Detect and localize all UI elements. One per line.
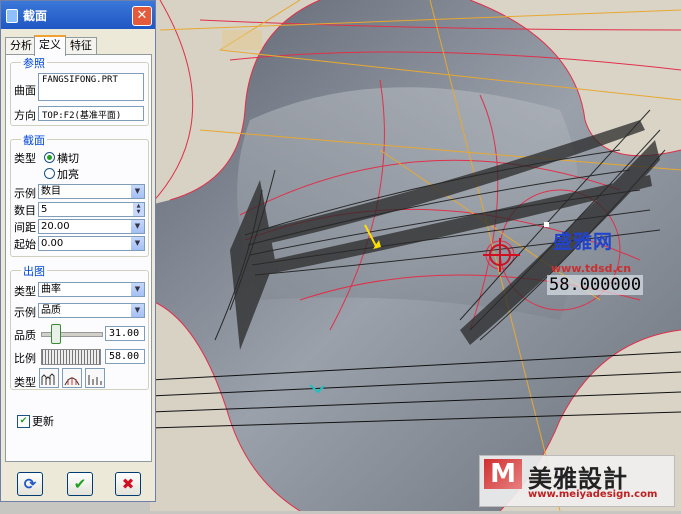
tab-strip: 分析 定义 特征 bbox=[5, 35, 153, 56]
watermark-text: 盛雅网 bbox=[553, 231, 614, 253]
chevron-down-icon: ▼ bbox=[131, 283, 144, 296]
radio-highlight-label: 加亮 bbox=[57, 168, 79, 181]
output-instance-value: 品质 bbox=[41, 305, 61, 316]
section-group: 截面 类型 横切 加亮 示例 数目 ▼ 数目 5 ▲ ▼ 间距 20.00 ▼ 起… bbox=[10, 132, 149, 257]
spacing-label: 间距 bbox=[14, 221, 36, 234]
tab-feature[interactable]: 特征 bbox=[65, 37, 97, 55]
meiya-logo: M 美雅設計 www.meiyadesign.com bbox=[479, 455, 675, 507]
scale-input[interactable]: 58.00 bbox=[105, 349, 145, 364]
tab-body: 参照 曲面 FANGSIFONG.PRT 方向 TOP:F2(基准平面) 截面 … bbox=[5, 54, 152, 462]
radio-cross-cut[interactable] bbox=[44, 152, 55, 163]
direction-collector[interactable]: TOP:F2(基准平面) bbox=[38, 106, 144, 121]
cross-icon: ✖ bbox=[121, 475, 135, 493]
spinner-icon[interactable]: ▲ ▼ bbox=[133, 203, 144, 216]
scale-value: 58.00 bbox=[109, 351, 140, 362]
section-instance-select[interactable]: 数目 ▼ bbox=[38, 184, 145, 199]
direction-label: 方向 bbox=[14, 109, 36, 122]
dialog-title: 截面 bbox=[23, 9, 48, 23]
output-instance-select[interactable]: 品质 ▼ bbox=[38, 303, 145, 318]
chevron-down-icon: ▼ bbox=[131, 237, 144, 250]
dimension-readout: 58.000000 bbox=[547, 275, 644, 295]
dialog-titlebar[interactable]: 截面 ✕ bbox=[1, 1, 155, 29]
reference-group: 参照 曲面 FANGSIFONG.PRT 方向 TOP:F2(基准平面) bbox=[10, 55, 149, 126]
cancel-button[interactable]: ✖ bbox=[115, 472, 141, 496]
pattern-curve-icon[interactable] bbox=[39, 368, 59, 388]
start-select[interactable]: 0.00 ▼ bbox=[38, 236, 145, 251]
tab-definition[interactable]: 定义 bbox=[34, 35, 66, 56]
quality-label: 品质 bbox=[14, 329, 36, 342]
ok-button[interactable]: ✔ bbox=[67, 472, 93, 496]
check-icon: ✔ bbox=[73, 475, 87, 493]
output-group-title: 出图 bbox=[21, 263, 47, 279]
surface-label: 曲面 bbox=[14, 84, 36, 97]
scale-slider[interactable] bbox=[41, 349, 101, 365]
chevron-down-icon: ▼ bbox=[131, 185, 144, 198]
surface-value: FANGSIFONG.PRT bbox=[42, 75, 118, 85]
refresh-button[interactable]: ⟳ bbox=[17, 472, 43, 496]
section-instance-value: 数目 bbox=[41, 186, 61, 197]
pattern-arc-icon[interactable] bbox=[62, 368, 82, 388]
watermark-url: www.tdsd.cn bbox=[551, 262, 632, 275]
radio-highlight[interactable] bbox=[44, 168, 55, 179]
style-label: 类型 bbox=[14, 376, 36, 389]
window-icon bbox=[6, 9, 18, 23]
update-checkbox[interactable]: ✔ bbox=[17, 415, 30, 428]
output-group: 出图 类型 曲率 ▼ 示例 品质 ▼ 品质 31.00 比例 58.00 类型 bbox=[10, 263, 149, 390]
chevron-down-icon: ▼ bbox=[131, 304, 144, 317]
scale-label: 比例 bbox=[14, 352, 36, 365]
spacing-select[interactable]: 20.00 ▼ bbox=[38, 219, 145, 234]
count-value: 5 bbox=[41, 204, 48, 215]
output-type-select[interactable]: 曲率 ▼ bbox=[38, 282, 145, 297]
update-label: 更新 bbox=[32, 415, 54, 428]
section-group-title: 截面 bbox=[21, 132, 47, 148]
count-label: 数目 bbox=[14, 204, 36, 217]
section-type-label: 类型 bbox=[14, 152, 36, 165]
slider-thumb[interactable] bbox=[51, 324, 61, 344]
quality-value: 31.00 bbox=[109, 328, 140, 339]
chevron-down-icon: ▼ bbox=[131, 220, 144, 233]
start-value: 0.00 bbox=[41, 238, 64, 249]
spacing-value: 20.00 bbox=[41, 221, 70, 232]
output-type-value: 曲率 bbox=[41, 284, 61, 295]
count-input[interactable]: 5 ▲ ▼ bbox=[38, 202, 145, 217]
output-instance-label: 示例 bbox=[14, 306, 36, 319]
quality-slider[interactable] bbox=[41, 323, 103, 344]
surface-collector[interactable]: FANGSIFONG.PRT bbox=[38, 73, 144, 101]
quality-input[interactable]: 31.00 bbox=[105, 326, 145, 341]
section-instance-label: 示例 bbox=[14, 187, 36, 200]
close-icon[interactable]: ✕ bbox=[132, 6, 152, 26]
start-label: 起始 bbox=[14, 238, 36, 251]
reference-group-title: 参照 bbox=[21, 55, 47, 71]
logo-m-icon: M bbox=[484, 459, 522, 489]
tab-analysis[interactable]: 分析 bbox=[5, 37, 37, 55]
logo-url: www.meiyadesign.com bbox=[528, 489, 658, 500]
direction-value: TOP:F2(基准平面) bbox=[42, 111, 122, 121]
output-type-label: 类型 bbox=[14, 285, 36, 298]
pattern-bar-icon[interactable] bbox=[85, 368, 105, 388]
refresh-icon: ⟳ bbox=[23, 475, 37, 493]
section-dialog: 截面 ✕ 分析 定义 特征 参照 曲面 FANGSIFONG.PRT 方向 TO… bbox=[0, 0, 156, 502]
radio-cross-cut-label: 横切 bbox=[57, 152, 79, 165]
